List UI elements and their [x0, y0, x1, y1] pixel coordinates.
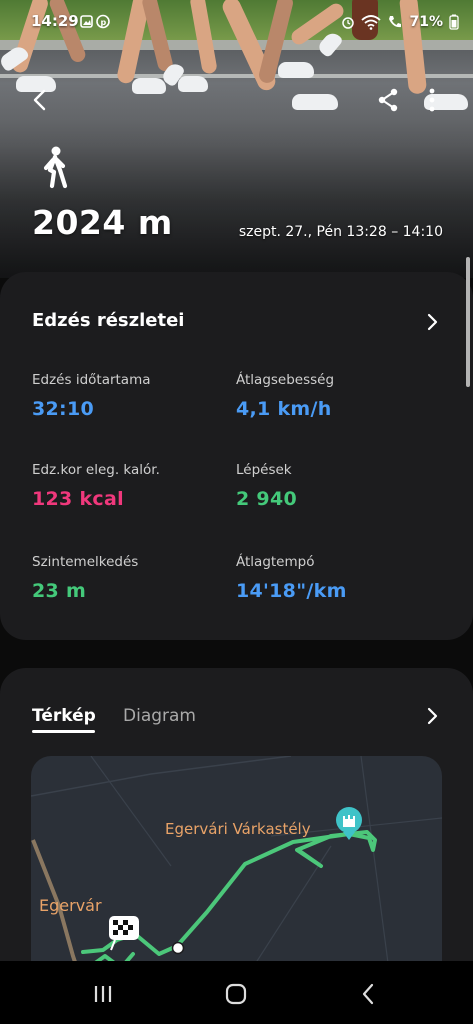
- metric-avg-speed: Átlagsebesség 4,1 km/h: [236, 372, 436, 420]
- walking-person-icon: [43, 146, 68, 189]
- metric-label: Szintemelkedés: [32, 554, 139, 570]
- battery-icon: [449, 14, 459, 30]
- map-canvas: [31, 756, 442, 986]
- system-navigation-bar: [0, 961, 473, 1024]
- metric-value: 14'18"/km: [236, 580, 347, 602]
- metric-value: 2 940: [236, 488, 297, 510]
- active-tab-indicator: [32, 730, 95, 733]
- distance-value: 2024 m: [32, 203, 173, 242]
- share-icon[interactable]: [374, 86, 402, 114]
- metric-duration: Edzés időtartama 32:10: [32, 372, 232, 420]
- chevron-right-icon[interactable]: [422, 706, 442, 726]
- metric-value: 123 kcal: [32, 488, 124, 510]
- hero-photo-shade: [0, 120, 473, 278]
- metric-avg-pace: Átlagtempó 14'18"/km: [236, 554, 436, 602]
- workout-details-card: Edzés részletei Edzés időtartama 32:10 Á…: [0, 272, 473, 640]
- status-right-group: 71%: [341, 12, 459, 32]
- metric-label: Átlagsebesség: [236, 372, 335, 388]
- home-icon[interactable]: [221, 979, 251, 1009]
- metric-steps: Lépések 2 940: [236, 462, 436, 510]
- workout-date-range: szept. 27., Pén 13:28 – 14:10: [238, 224, 443, 240]
- battery-level: 71%: [409, 14, 443, 30]
- notification-icons: p: [80, 14, 110, 29]
- chevron-right-icon[interactable]: [422, 312, 442, 332]
- metric-calories: Edz.kor eleg. kalór. 123 kcal: [32, 462, 232, 510]
- metric-value: 23 m: [32, 580, 87, 602]
- wifi-call-icon: [389, 16, 402, 28]
- alarm-icon: [342, 17, 355, 29]
- metric-label: Lépések: [236, 462, 292, 478]
- metric-label: Edzés időtartama: [32, 372, 151, 388]
- map-label-village: Egervár: [39, 896, 102, 915]
- back-nav-icon[interactable]: [354, 979, 384, 1009]
- metric-label: Átlagtempó: [236, 554, 315, 570]
- map-label-castle: Egervári Várkastély: [165, 820, 311, 838]
- status-bar: 14:29 p 71%: [0, 10, 473, 34]
- route-map[interactable]: Egervári Várkastély Egervár: [31, 756, 442, 986]
- more-vertical-icon[interactable]: [420, 86, 444, 114]
- hero-header: 14:29 p 71% 2024 m szept. 27., Pén 13:28…: [0, 0, 473, 278]
- recent-apps-icon[interactable]: [88, 979, 118, 1009]
- start-marker: [171, 941, 185, 955]
- tab-map[interactable]: Térkép: [32, 706, 96, 726]
- status-time: 14:29: [31, 12, 79, 30]
- workout-details-title: Edzés részletei: [32, 310, 185, 331]
- metric-value: 4,1 km/h: [236, 398, 332, 420]
- svg-text:p: p: [101, 18, 107, 27]
- tab-diagram[interactable]: Diagram: [123, 706, 196, 726]
- metric-elevation-gain: Szintemelkedés 23 m: [32, 554, 232, 602]
- metric-label: Edz.kor eleg. kalór.: [32, 462, 160, 478]
- metric-value: 32:10: [32, 398, 94, 420]
- scrollbar[interactable]: [466, 257, 470, 387]
- wifi-icon: [361, 15, 382, 30]
- workout-detail-screen: 14:29 p 71% 2024 m szept. 27., Pén 13:28…: [0, 0, 473, 1024]
- hero-photo-road-line: [0, 74, 473, 78]
- finish-flag-icon: [109, 916, 139, 951]
- back-arrow-icon[interactable]: [26, 86, 54, 114]
